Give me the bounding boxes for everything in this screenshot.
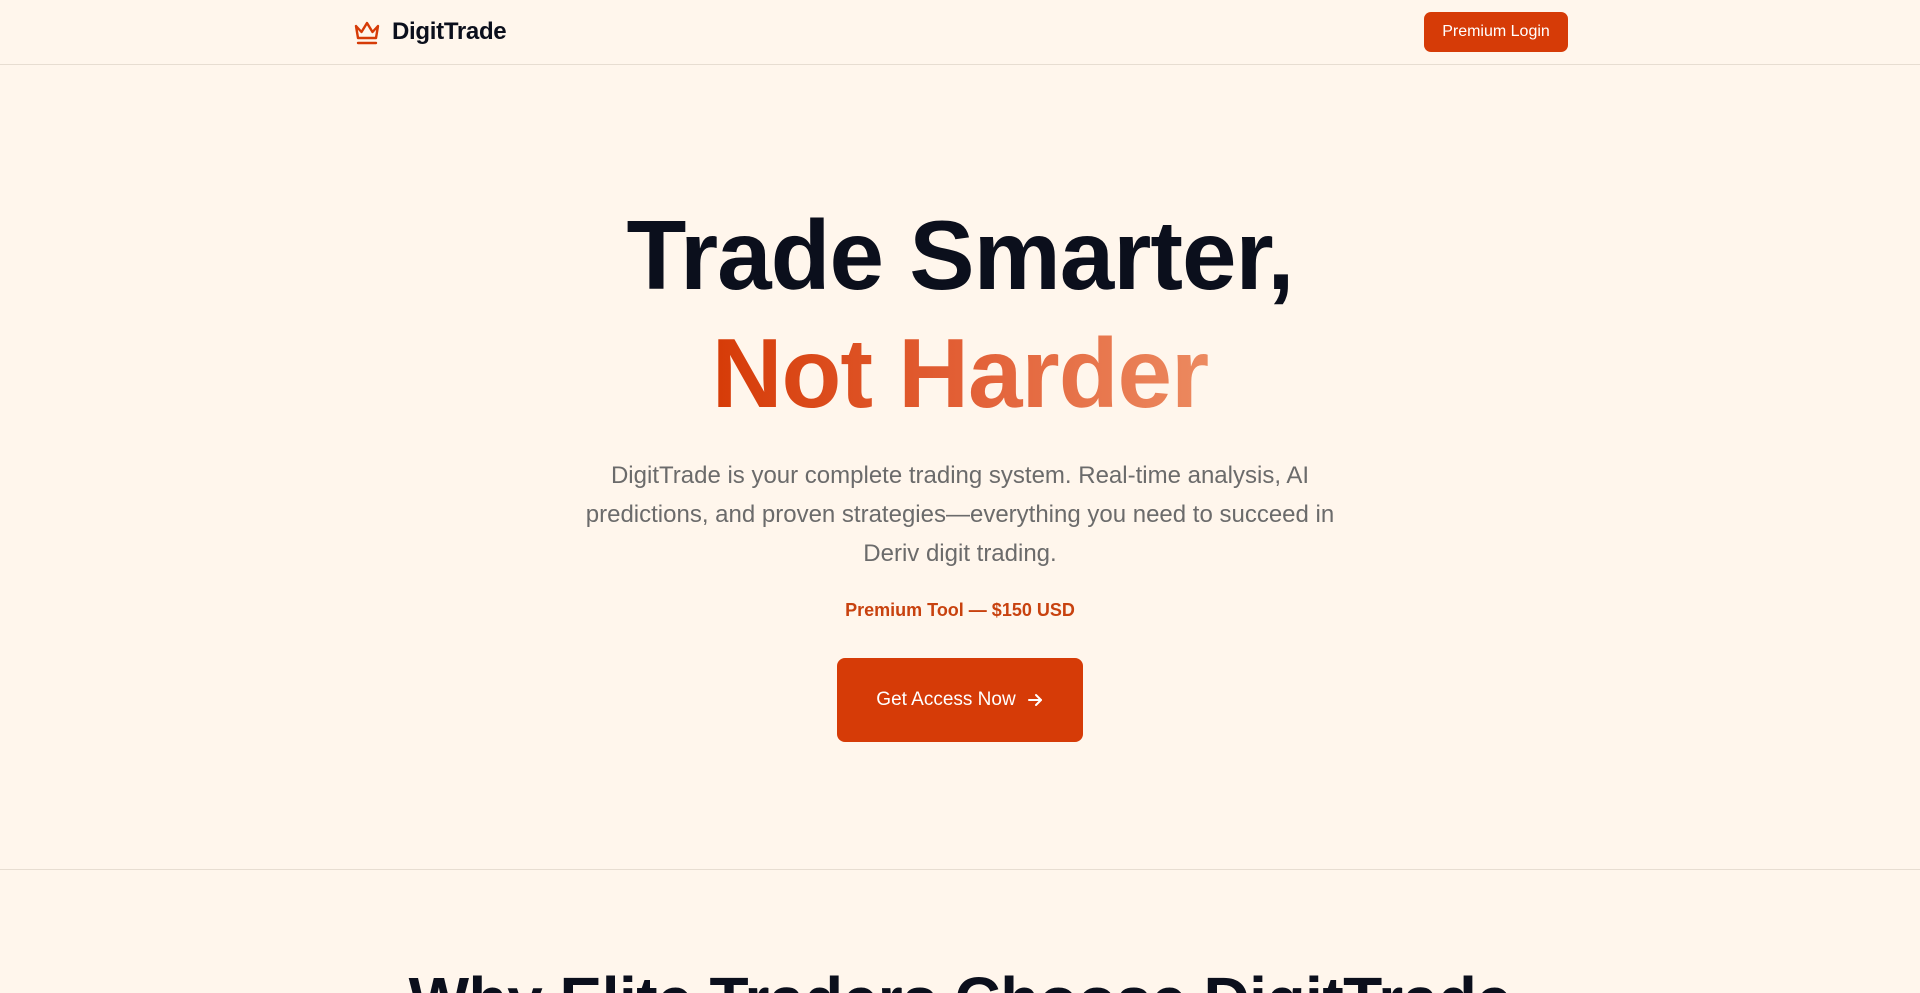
hero-title-line2: Not Harder [712, 314, 1209, 432]
hero-title-line1: Trade Smarter, [626, 200, 1295, 310]
hero-description: DigitTrade is your complete trading syst… [585, 462, 1335, 567]
brand-logo[interactable]: DigitTrade [352, 16, 507, 48]
arrow-right-icon [1026, 691, 1044, 709]
premium-login-button[interactable]: Premium Login [1424, 12, 1568, 52]
price-note: Premium Tool — $150 USD [845, 600, 1075, 620]
cta-label: Get Access Now [876, 689, 1016, 710]
section-divider [0, 869, 1920, 870]
landing-page: DigitTrade Premium Login Trade Smarter, … [0, 0, 1920, 993]
site-header: DigitTrade Premium Login [0, 0, 1920, 65]
features-section-title: Why Elite Traders Choose DigitTrade [0, 962, 1920, 993]
hero-title: Trade Smarter, Not Harder [0, 196, 1920, 432]
crown-icon [352, 17, 382, 47]
get-access-button[interactable]: Get Access Now [837, 658, 1083, 742]
brand-name: DigitTrade [392, 18, 507, 45]
